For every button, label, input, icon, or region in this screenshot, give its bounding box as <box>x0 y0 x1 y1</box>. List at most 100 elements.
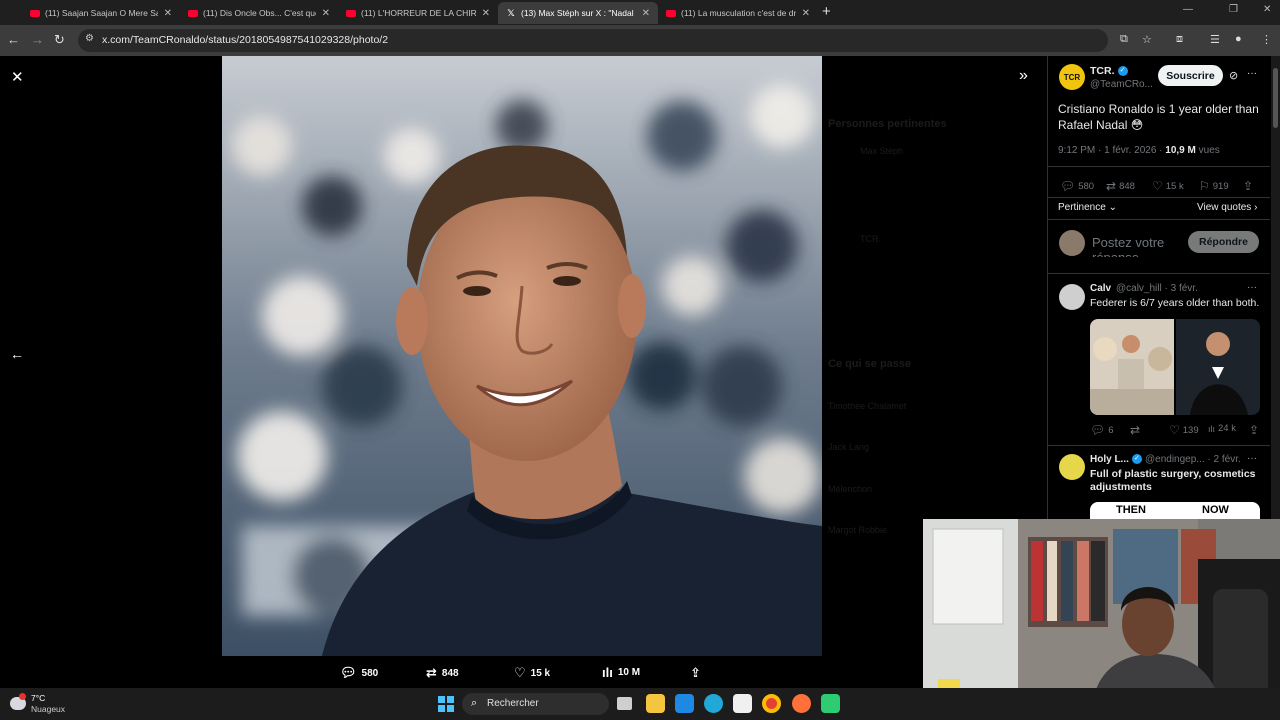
author-name[interactable]: TCR. ✓ <box>1090 65 1128 77</box>
like-button[interactable]: ♡ 15 k <box>514 665 550 681</box>
previous-arrow-icon[interactable]: ← <box>10 346 24 362</box>
app-icon[interactable] <box>733 694 752 713</box>
reply-stat[interactable]: 💬︎ 6 <box>1090 423 1114 437</box>
reply-avatar[interactable] <box>1059 284 1085 310</box>
minimize-icon[interactable]: — <box>1183 4 1193 15</box>
windows-taskbar: 7°C Nuageux ⌕ Rechercher <box>0 688 1280 720</box>
browser-tab[interactable]: (11) Dis Oncle Obs... C'est quoi ✕ <box>180 2 338 24</box>
extensions-icon[interactable]: ⧈ <box>1176 33 1183 46</box>
tab-title: (11) La musculation c'est de dr <box>681 8 796 18</box>
share-button[interactable]: ⇪ <box>690 665 706 681</box>
edge-icon[interactable] <box>704 694 723 713</box>
share-button[interactable]: ⇪ <box>1243 179 1256 193</box>
views-stat[interactable]: ılı 24 k <box>1208 423 1236 434</box>
windows-start-icon[interactable] <box>438 696 454 712</box>
more-options-icon[interactable]: ··· <box>1247 453 1257 464</box>
reply-author-name[interactable]: Holy L... ✓ <box>1090 454 1142 465</box>
tcr-avatar[interactable]: TCR <box>1059 64 1085 90</box>
author-handle[interactable]: @TeamCRo... <box>1090 79 1153 90</box>
tweet-text: Cristiano Ronaldo is 1 year older than R… <box>1058 102 1259 132</box>
chrome-icon[interactable] <box>762 694 781 713</box>
divider <box>1048 197 1270 198</box>
menu-icon[interactable]: ⋮ <box>1261 33 1272 46</box>
reply-avatar[interactable] <box>1059 454 1085 480</box>
reply-author-handle[interactable]: @calv_hill · 3 févr. <box>1116 283 1198 294</box>
browser-tab[interactable]: (11) La musculation c'est de dr ✕ <box>658 2 818 24</box>
reply-author-name[interactable]: Calv <box>1090 283 1111 294</box>
reply-text: Federer is 6/7 years older than both. <box>1090 297 1260 309</box>
file-explorer-icon[interactable] <box>646 694 665 713</box>
user-avatar[interactable] <box>1059 230 1085 256</box>
repost-count: 848 <box>441 667 459 679</box>
repost-stat[interactable]: ⇄ <box>1130 423 1143 437</box>
like-stat[interactable]: ♡ 15 k <box>1152 179 1184 193</box>
reply-button[interactable]: 💬︎ 580 <box>340 665 378 681</box>
close-icon[interactable]: ✕ <box>11 68 24 86</box>
weather-temperature[interactable]: 7°C <box>31 693 45 703</box>
tab-close-icon[interactable]: ✕ <box>642 8 650 19</box>
like-stat[interactable]: ♡ 139 <box>1169 423 1199 437</box>
weather-description[interactable]: Nuageux <box>31 704 65 714</box>
reply-image[interactable] <box>1090 319 1260 415</box>
trend-item: Jack Lang <box>828 442 870 452</box>
tab-close-icon[interactable]: ✕ <box>322 8 330 19</box>
store-icon[interactable] <box>675 694 694 713</box>
browser-tab[interactable]: (11) Saajan Saajan O Mere Saja ✕ <box>22 2 180 24</box>
tab-search-icon[interactable]: ☰ <box>1210 33 1220 46</box>
tweet-timestamp[interactable]: 9:12 PM · 1 févr. 2026 · 10,9 M vues <box>1058 145 1220 156</box>
bookmark-star-icon[interactable]: ☆ <box>1142 33 1152 46</box>
app-icon[interactable] <box>821 694 840 713</box>
site-info-icon[interactable]: ⚙ <box>85 33 94 44</box>
tweet-photo[interactable] <box>222 56 822 656</box>
tab-title: (13) Max Stéph sur X : "Nadal a <box>521 8 636 18</box>
forward-icon[interactable]: → <box>31 32 44 47</box>
new-tab-button[interactable]: + <box>822 3 831 20</box>
tab-close-icon[interactable]: ✕ <box>802 8 810 19</box>
browser-tab[interactable]: (11) L'HORREUR DE LA CHIRUR ✕ <box>338 2 498 24</box>
reply-input[interactable]: Postez votre réponse <box>1092 235 1192 257</box>
grok-icon[interactable]: ⊘ <box>1229 69 1238 82</box>
verified-badge-icon: ✓ <box>1117 66 1128 77</box>
share-button[interactable]: ⇪ <box>1249 423 1262 437</box>
reply-author-handle[interactable]: @endingep... · 2 févr. <box>1145 454 1241 465</box>
view-quotes-link[interactable]: View quotes › <box>1197 202 1257 213</box>
sort-dropdown[interactable]: Pertinence ⌄ <box>1058 202 1117 213</box>
portrait-image <box>222 56 822 656</box>
chevron-right-icon: › <box>1254 202 1258 213</box>
url-text[interactable]: x.com/TeamCRonaldo/status/20180549875410… <box>102 34 388 46</box>
reply-icon: 💬︎ <box>1060 179 1076 193</box>
repost-icon: ⇄ <box>426 665 437 680</box>
reply-submit-button[interactable]: Répondre <box>1188 231 1259 253</box>
task-view-icon[interactable] <box>617 697 632 710</box>
media-viewer: ✕ ← » Personnes pertinentes Max Stéph TC… <box>0 56 1046 688</box>
tab-title: (11) Saajan Saajan O Mere Saja <box>45 8 158 18</box>
like-count: 15 k <box>530 667 551 679</box>
more-options-icon[interactable]: ··· <box>1247 68 1257 79</box>
reload-icon[interactable]: ↻ <box>54 32 65 48</box>
firefox-icon[interactable] <box>792 694 811 713</box>
more-options-icon[interactable]: ··· <box>1247 282 1257 293</box>
repost-button[interactable]: ⇄ 848 <box>426 665 459 681</box>
install-app-icon[interactable]: ⧉ <box>1120 33 1128 46</box>
browser-tab-active[interactable]: 𝕏 (13) Max Stéph sur X : "Nadal a ✕ <box>498 2 658 24</box>
maximize-icon[interactable]: ❐ <box>1229 4 1238 15</box>
views-button[interactable]: ılı 10 M <box>602 665 640 680</box>
subscribe-button[interactable]: Souscrire <box>1158 65 1223 86</box>
tab-title: (11) Dis Oncle Obs... C'est quoi <box>203 8 316 18</box>
window-close-icon[interactable]: ✕ <box>1263 4 1271 15</box>
tab-title: (11) L'HORREUR DE LA CHIRUR <box>361 8 476 18</box>
back-icon[interactable]: ← <box>7 32 20 47</box>
views-chart-icon: ılı <box>1208 423 1216 434</box>
taskbar-search[interactable]: ⌕ Rechercher <box>462 693 609 715</box>
scrollbar-thumb[interactable] <box>1273 68 1278 128</box>
profile-avatar-icon[interactable]: ● <box>1235 33 1242 45</box>
tab-close-icon[interactable]: ✕ <box>164 8 172 19</box>
share-icon: ⇪ <box>690 665 701 680</box>
federer-photo-image <box>1090 319 1260 415</box>
repost-icon: ⇄ <box>1106 179 1117 193</box>
repost-stat[interactable]: ⇄ 848 <box>1106 179 1135 193</box>
tab-close-icon[interactable]: ✕ <box>482 8 490 19</box>
bookmark-stat[interactable]: ⚐ 919 <box>1199 179 1229 193</box>
reply-stat[interactable]: 💬︎ 580 <box>1060 179 1094 193</box>
address-bar[interactable]: ⚙ x.com/TeamCRonaldo/status/201805498754… <box>78 29 1108 52</box>
